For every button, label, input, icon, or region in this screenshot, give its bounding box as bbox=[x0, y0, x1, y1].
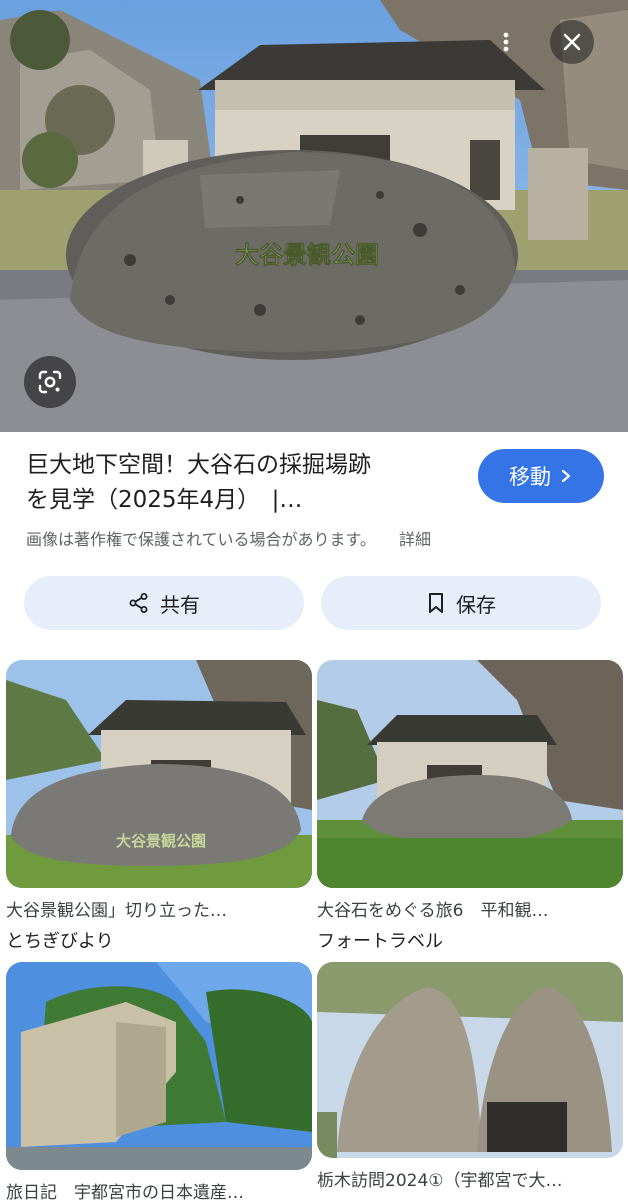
bookmark-icon bbox=[429, 593, 443, 613]
save-label: 保存 bbox=[456, 592, 496, 617]
close-icon bbox=[563, 33, 581, 51]
related-card-title: 栃木訪問2024①（宇都宮で大… bbox=[317, 1171, 563, 1191]
visit-label: 移動 bbox=[509, 465, 551, 489]
chevron-right-icon bbox=[561, 469, 571, 483]
related-card[interactable]: 旅日記 宇都宮市の日本遺産… bbox=[6, 962, 312, 1203]
result-title-line2: を見学（2025年4月） |… bbox=[26, 487, 303, 513]
related-card[interactable]: 栃木訪問2024①（宇都宮で大… bbox=[317, 962, 623, 1191]
save-button[interactable]: 保存 bbox=[321, 576, 601, 630]
google-lens-button[interactable] bbox=[24, 356, 76, 408]
details-link[interactable]: 詳細 bbox=[399, 530, 431, 549]
related-card-source: フォートラベル bbox=[317, 931, 443, 952]
hero-image[interactable]: 大谷景観公園 bbox=[0, 0, 628, 432]
google-lens-icon bbox=[38, 370, 62, 394]
more-vert-icon bbox=[503, 32, 509, 52]
visit-button[interactable]: 移動 bbox=[478, 449, 604, 503]
related-card[interactable]: 大谷景観公園 大谷景観公園」切り立った… とちぎびより bbox=[6, 660, 312, 953]
copyright-text: 画像は著作権で保護されている場合があります。 bbox=[26, 530, 376, 549]
related-thumbnail[interactable] bbox=[317, 660, 623, 888]
result-title[interactable]: 巨大地下空間！大谷石の採掘場跡 を見学（2025年4月） |… bbox=[26, 448, 456, 518]
related-thumbnail[interactable]: 大谷景観公園 bbox=[6, 660, 312, 888]
related-card-title: 大谷石をめぐる旅6 平和観… bbox=[317, 901, 549, 921]
related-thumbnail[interactable] bbox=[6, 962, 312, 1170]
close-button[interactable] bbox=[550, 20, 594, 64]
hero-photo: 大谷景観公園 bbox=[0, 0, 628, 432]
copyright-notice: 画像は著作権で保護されている場合があります。 詳細 bbox=[26, 526, 431, 550]
share-icon bbox=[129, 593, 148, 613]
related-card-source: とちぎびより bbox=[6, 931, 114, 952]
sign-text: 大谷景観公園 bbox=[235, 241, 379, 269]
thumb-sign-text: 大谷景観公園 bbox=[116, 832, 206, 850]
more-options-button[interactable] bbox=[484, 20, 528, 64]
related-card-title: 旅日記 宇都宮市の日本遺産… bbox=[6, 1183, 244, 1203]
related-thumbnail[interactable] bbox=[317, 962, 623, 1158]
share-label: 共有 bbox=[160, 592, 200, 617]
result-title-line1: 巨大地下空間！大谷石の採掘場跡 bbox=[26, 452, 371, 478]
related-card[interactable]: 大谷石をめぐる旅6 平和観… フォートラベル bbox=[317, 660, 623, 953]
share-button[interactable]: 共有 bbox=[24, 576, 304, 630]
related-card-title: 大谷景観公園」切り立った… bbox=[6, 901, 227, 921]
